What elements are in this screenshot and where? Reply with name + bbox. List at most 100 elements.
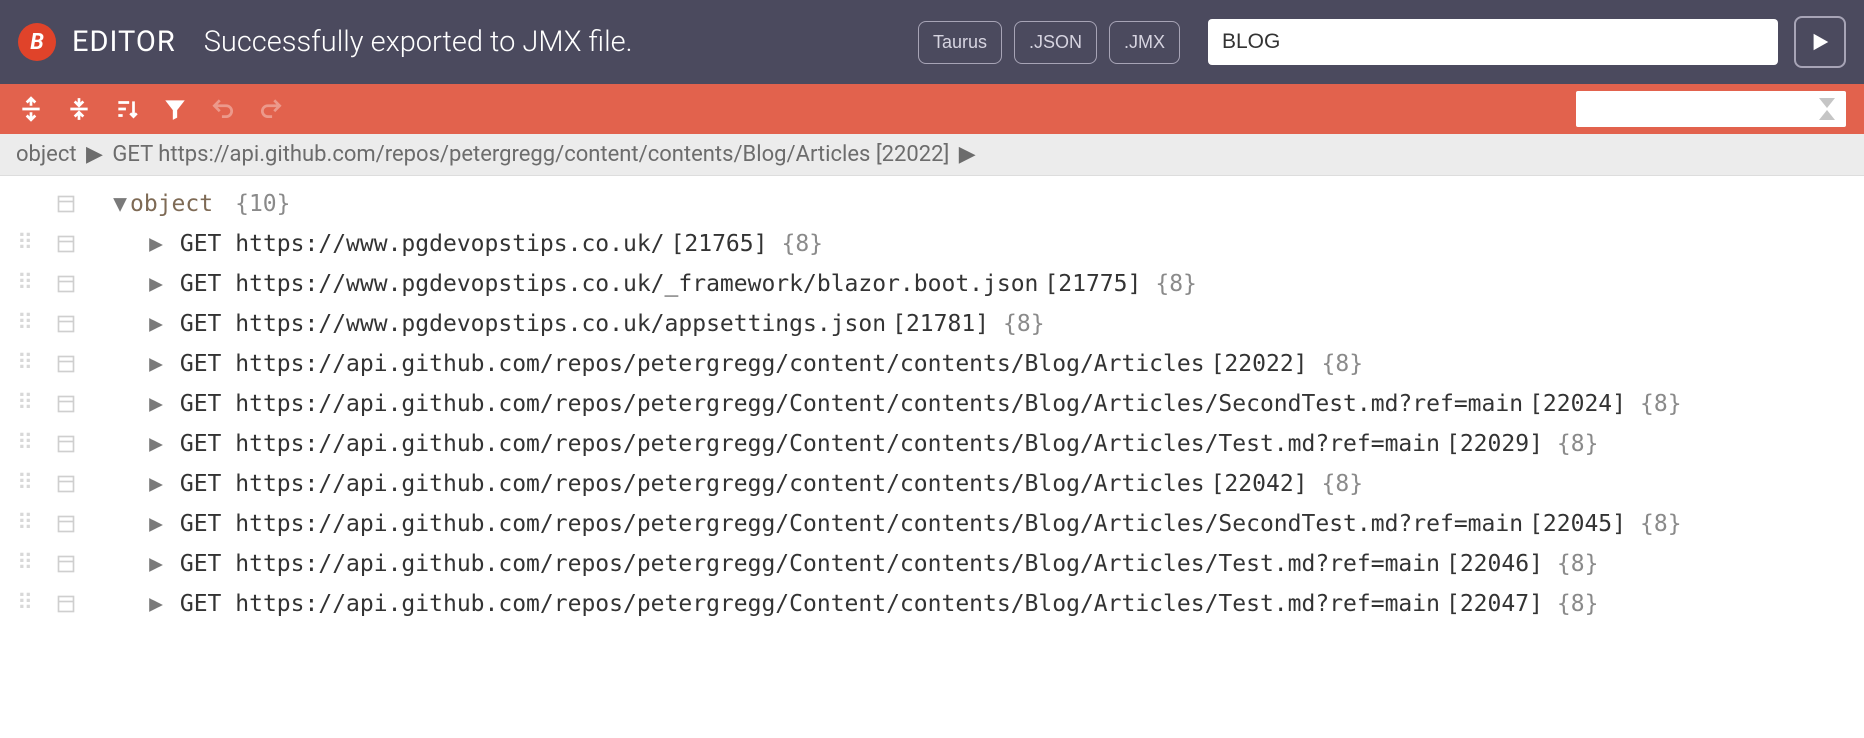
caret-down-icon[interactable]: ▼ (110, 191, 130, 217)
object-icon (56, 554, 76, 574)
object-icon (56, 314, 76, 334)
status-message: Successfully exported to JMX file. (204, 25, 633, 59)
tree-row-method: GET (180, 391, 222, 417)
tree-row[interactable]: ⠿ ▶ GET https://api.github.com/repos/pet… (6, 544, 1864, 584)
drag-handle-icon[interactable]: ⠿ (17, 359, 35, 369)
tree-row-count: {8} (1003, 311, 1045, 337)
app-logo-icon: B (18, 23, 56, 61)
object-icon (56, 434, 76, 454)
app-title: EDITOR (72, 25, 176, 59)
breadcrumb-root[interactable]: object (16, 142, 77, 167)
tree-row-url: https://www.pgdevopstips.co.uk/ (235, 231, 664, 257)
object-icon (56, 474, 76, 494)
drag-handle-icon[interactable]: ⠿ (17, 399, 35, 409)
tree-row[interactable]: ⠿ ▶ GET https://api.github.com/repos/pet… (6, 384, 1864, 424)
caret-right-icon[interactable]: ▶ (146, 511, 166, 537)
tree-row-id: [22045] (1529, 511, 1626, 537)
tree-row-method: GET (180, 231, 222, 257)
tree-row-url: https://www.pgdevopstips.co.uk/_framewor… (235, 271, 1038, 297)
editor-toolbar (0, 84, 1864, 134)
tree-row-method: GET (180, 511, 222, 537)
tree-row-count: {8} (1557, 551, 1599, 577)
search-nav (1818, 97, 1836, 121)
tree-row[interactable]: ⠿ ▶ GET https://api.github.com/repos/pet… (6, 504, 1864, 544)
tree-row-count: {8} (1640, 511, 1682, 537)
tree-row[interactable]: ⠿ ▶ GET https://api.github.com/repos/pet… (6, 344, 1864, 384)
object-icon (56, 234, 76, 254)
caret-right-icon[interactable]: ▶ (146, 271, 166, 297)
tree-row-url: https://api.github.com/repos/petergregg/… (235, 391, 1523, 417)
run-button[interactable] (1794, 16, 1846, 68)
search-input[interactable] (1586, 99, 1818, 120)
tree-row-method: GET (180, 271, 222, 297)
filter-icon[interactable] (162, 96, 188, 122)
tree-root-label: object (130, 191, 213, 217)
tree-root-row[interactable]: ▼ object {10} (6, 184, 1864, 224)
collapse-all-icon[interactable] (66, 96, 92, 122)
tree-row-url: https://api.github.com/repos/petergregg/… (235, 431, 1440, 457)
object-icon (56, 274, 76, 294)
tree-row-id: [22046] (1446, 551, 1543, 577)
caret-right-icon[interactable]: ▶ (146, 431, 166, 457)
json-tree: ▼ object {10} ⠿ ▶ GET https://www.pgdevo… (0, 176, 1864, 632)
caret-right-icon[interactable]: ▶ (146, 311, 166, 337)
tree-row-id: [22047] (1446, 591, 1543, 617)
drag-handle-icon[interactable]: ⠿ (17, 239, 35, 249)
drag-handle-icon[interactable]: ⠿ (17, 279, 35, 289)
tree-row-count: {8} (1557, 431, 1599, 457)
tree-row-count: {8} (1640, 391, 1682, 417)
search-box[interactable] (1576, 91, 1846, 127)
object-icon (56, 594, 76, 614)
drag-handle-icon[interactable]: ⠿ (17, 599, 35, 609)
tree-row-url: https://api.github.com/repos/petergregg/… (235, 351, 1204, 377)
expand-all-icon[interactable] (18, 96, 44, 122)
object-icon (56, 394, 76, 414)
drag-handle-icon[interactable]: ⠿ (17, 559, 35, 569)
drag-handle-icon[interactable]: ⠿ (17, 519, 35, 529)
tree-row-id: [22029] (1446, 431, 1543, 457)
drag-handle-icon[interactable]: ⠿ (17, 439, 35, 449)
redo-icon (258, 96, 284, 122)
search-prev-icon[interactable] (1819, 110, 1835, 120)
breadcrumb-path[interactable]: GET https://api.github.com/repos/petergr… (112, 142, 949, 167)
object-icon (56, 194, 76, 214)
object-icon (56, 514, 76, 534)
tree-row[interactable]: ⠿ ▶ GET https://api.github.com/repos/pet… (6, 464, 1864, 504)
tree-row-id: [21781] (892, 311, 989, 337)
tree-row-url: https://api.github.com/repos/petergregg/… (235, 551, 1440, 577)
caret-right-icon[interactable]: ▶ (146, 591, 166, 617)
tree-row[interactable]: ⠿ ▶ GET https://www.pgdevopstips.co.uk/ … (6, 224, 1864, 264)
tree-root-count: {10} (235, 191, 290, 217)
chevron-right-icon: ▶ (959, 142, 976, 167)
tree-row-id: [22042] (1211, 471, 1308, 497)
export-json-button[interactable]: .JSON (1014, 21, 1097, 64)
tree-row-method: GET (180, 591, 222, 617)
tree-row-url: https://api.github.com/repos/petergregg/… (235, 591, 1440, 617)
drag-handle-icon[interactable]: ⠿ (17, 319, 35, 329)
tree-row-count: {8} (1155, 271, 1197, 297)
tree-row-count: {8} (781, 231, 823, 257)
test-name-input[interactable] (1208, 19, 1778, 65)
undo-icon (210, 96, 236, 122)
tree-row[interactable]: ⠿ ▶ GET https://api.github.com/repos/pet… (6, 424, 1864, 464)
sort-icon[interactable] (114, 96, 140, 122)
object-icon (56, 354, 76, 374)
tree-row-id: [22022] (1211, 351, 1308, 377)
search-next-icon[interactable] (1819, 98, 1835, 108)
tree-row[interactable]: ⠿ ▶ GET https://www.pgdevopstips.co.uk/a… (6, 304, 1864, 344)
tree-row-method: GET (180, 431, 222, 457)
tree-row-method: GET (180, 311, 222, 337)
tree-row[interactable]: ⠿ ▶ GET https://www.pgdevopstips.co.uk/_… (6, 264, 1864, 304)
drag-handle-icon[interactable]: ⠿ (17, 479, 35, 489)
tree-row-id: [22024] (1529, 391, 1626, 417)
caret-right-icon[interactable]: ▶ (146, 391, 166, 417)
caret-right-icon[interactable]: ▶ (146, 351, 166, 377)
caret-right-icon[interactable]: ▶ (146, 471, 166, 497)
caret-right-icon[interactable]: ▶ (146, 551, 166, 577)
tree-row[interactable]: ⠿ ▶ GET https://api.github.com/repos/pet… (6, 584, 1864, 624)
tree-row-method: GET (180, 351, 222, 377)
caret-right-icon[interactable]: ▶ (146, 231, 166, 257)
export-jmx-button[interactable]: .JMX (1109, 21, 1180, 64)
export-taurus-button[interactable]: Taurus (918, 21, 1002, 64)
tree-row-url: https://www.pgdevopstips.co.uk/appsettin… (235, 311, 886, 337)
